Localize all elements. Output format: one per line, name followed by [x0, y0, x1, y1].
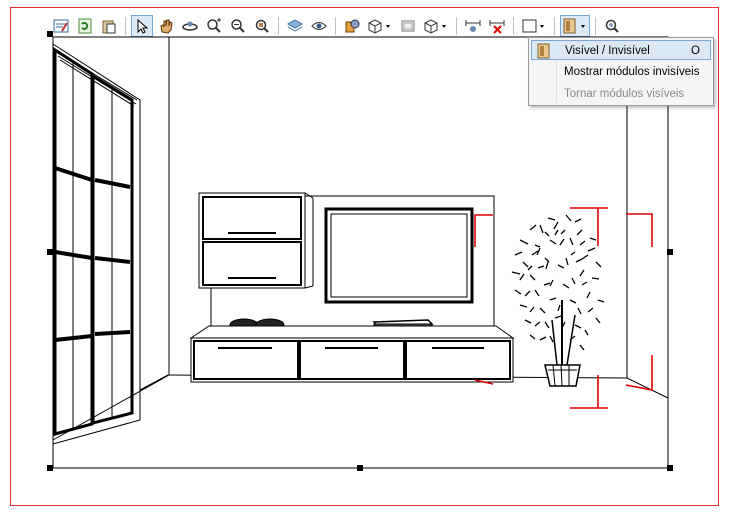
menu-item-label: Visível / Invisível — [565, 45, 650, 57]
menu-item-visible-invisible[interactable]: Visível / Invisível O — [531, 40, 711, 60]
menu-item-show-invisible-modules[interactable]: Mostrar módulos invisíveis — [531, 62, 711, 82]
potted-plant[interactable] — [511, 214, 605, 387]
television[interactable] — [324, 207, 474, 304]
module-visibility-menu: Visível / Invisível O Mostrar módulos in… — [528, 37, 714, 106]
menu-item-shortcut: O — [691, 45, 700, 57]
tv-unit[interactable] — [189, 325, 515, 383]
menu-item-make-modules-visible[interactable]: Tornar módulos visíveis — [531, 84, 711, 104]
sliding-door — [52, 43, 141, 445]
menu-item-label: Tornar módulos visíveis — [564, 88, 685, 100]
menu-item-label: Mostrar módulos invisíveis — [564, 66, 700, 78]
wall-cabinet[interactable] — [198, 192, 314, 289]
